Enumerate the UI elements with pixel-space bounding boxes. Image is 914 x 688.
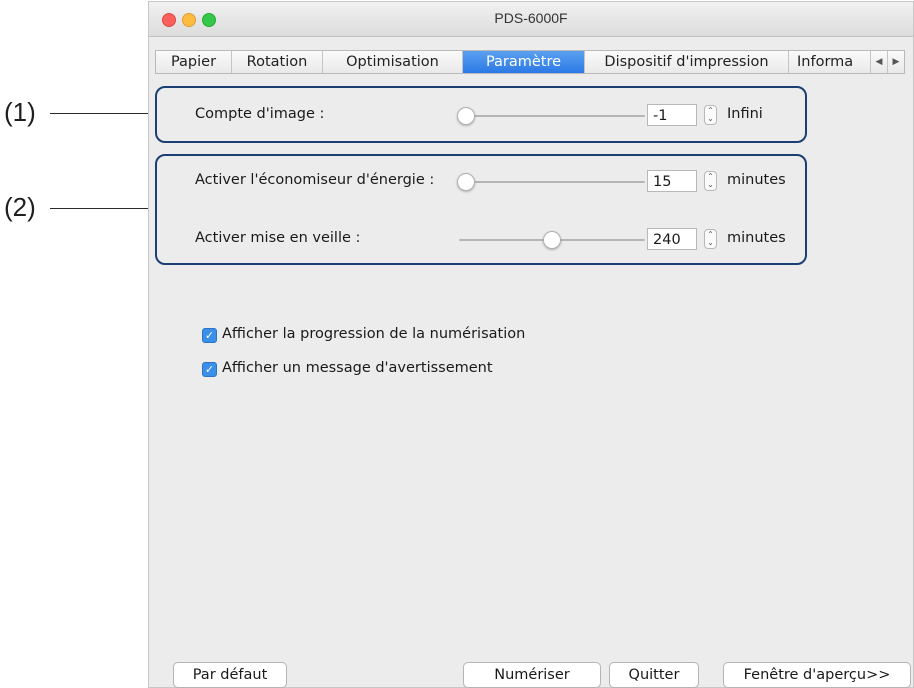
tab-parametre[interactable]: Paramètre [463, 51, 585, 73]
sleep-stepper-icon[interactable]: ⌃ ⌄ [704, 229, 717, 249]
sleep-slider-thumb[interactable] [543, 231, 561, 249]
show-progress-checkbox[interactable]: ✓ [202, 328, 217, 343]
image-count-group: Compte d'image : -1 ⌃ ⌄ Infini [155, 86, 807, 143]
sleep-field[interactable]: 240 [647, 228, 697, 250]
sleep-unit: minutes [727, 230, 786, 246]
image-count-stepper-icon[interactable]: ⌃ ⌄ [704, 105, 717, 125]
arrow-left-icon[interactable]: ◀ [870, 51, 887, 73]
callout-2: (2) [4, 192, 36, 222]
power-settings-group: Activer l'économiseur d'énergie : 15 ⌃ ⌄ … [155, 154, 807, 265]
arrow-right-icon[interactable]: ▶ [887, 51, 904, 73]
tab-rotation[interactable]: Rotation [232, 51, 323, 73]
callout-1-leader [50, 113, 154, 114]
show-progress-label[interactable]: Afficher la progression de la numérisati… [222, 326, 525, 342]
tab-bar: Papier Rotation Optimisation Paramètre D… [155, 50, 905, 74]
tab-optimisation[interactable]: Optimisation [323, 51, 463, 73]
show-warning-checkbox[interactable]: ✓ [202, 362, 217, 377]
energy-saver-field[interactable]: 15 [647, 170, 697, 192]
preview-window-button[interactable]: Fenêtre d'aperçu>> [723, 662, 911, 688]
tab-scroll-arrows: ◀ ▶ [870, 51, 904, 73]
energy-saver-stepper-icon[interactable]: ⌃ ⌄ [704, 171, 717, 191]
settings-window: PDS-6000F Papier Rotation Optimisation P… [148, 1, 914, 688]
callout-1: (1) [4, 97, 36, 127]
image-count-unit: Infini [727, 106, 763, 122]
default-button[interactable]: Par défaut [173, 662, 287, 688]
energy-saver-slider-track[interactable] [459, 181, 645, 183]
tab-informations[interactable]: Informa [789, 51, 871, 73]
image-count-label: Compte d'image : [195, 106, 325, 122]
quit-button[interactable]: Quitter [609, 662, 699, 688]
title-bar: PDS-6000F [149, 2, 913, 37]
callout-2-leader [50, 208, 154, 209]
show-warning-label[interactable]: Afficher un message d'avertissement [222, 360, 493, 376]
energy-saver-slider-thumb[interactable] [457, 173, 476, 191]
tab-dispositif-impression[interactable]: Dispositif d'impression [585, 51, 789, 73]
image-count-slider-track[interactable] [459, 115, 645, 117]
image-count-field[interactable]: -1 [647, 104, 697, 126]
energy-saver-label: Activer l'économiseur d'énergie : [195, 172, 435, 188]
tab-papier[interactable]: Papier [156, 51, 232, 73]
sleep-label: Activer mise en veille : [195, 230, 361, 246]
window-title: PDS-6000F [494, 10, 568, 26]
scan-button[interactable]: Numériser [463, 662, 601, 688]
energy-saver-unit: minutes [727, 172, 786, 188]
image-count-slider-thumb[interactable] [457, 107, 476, 125]
